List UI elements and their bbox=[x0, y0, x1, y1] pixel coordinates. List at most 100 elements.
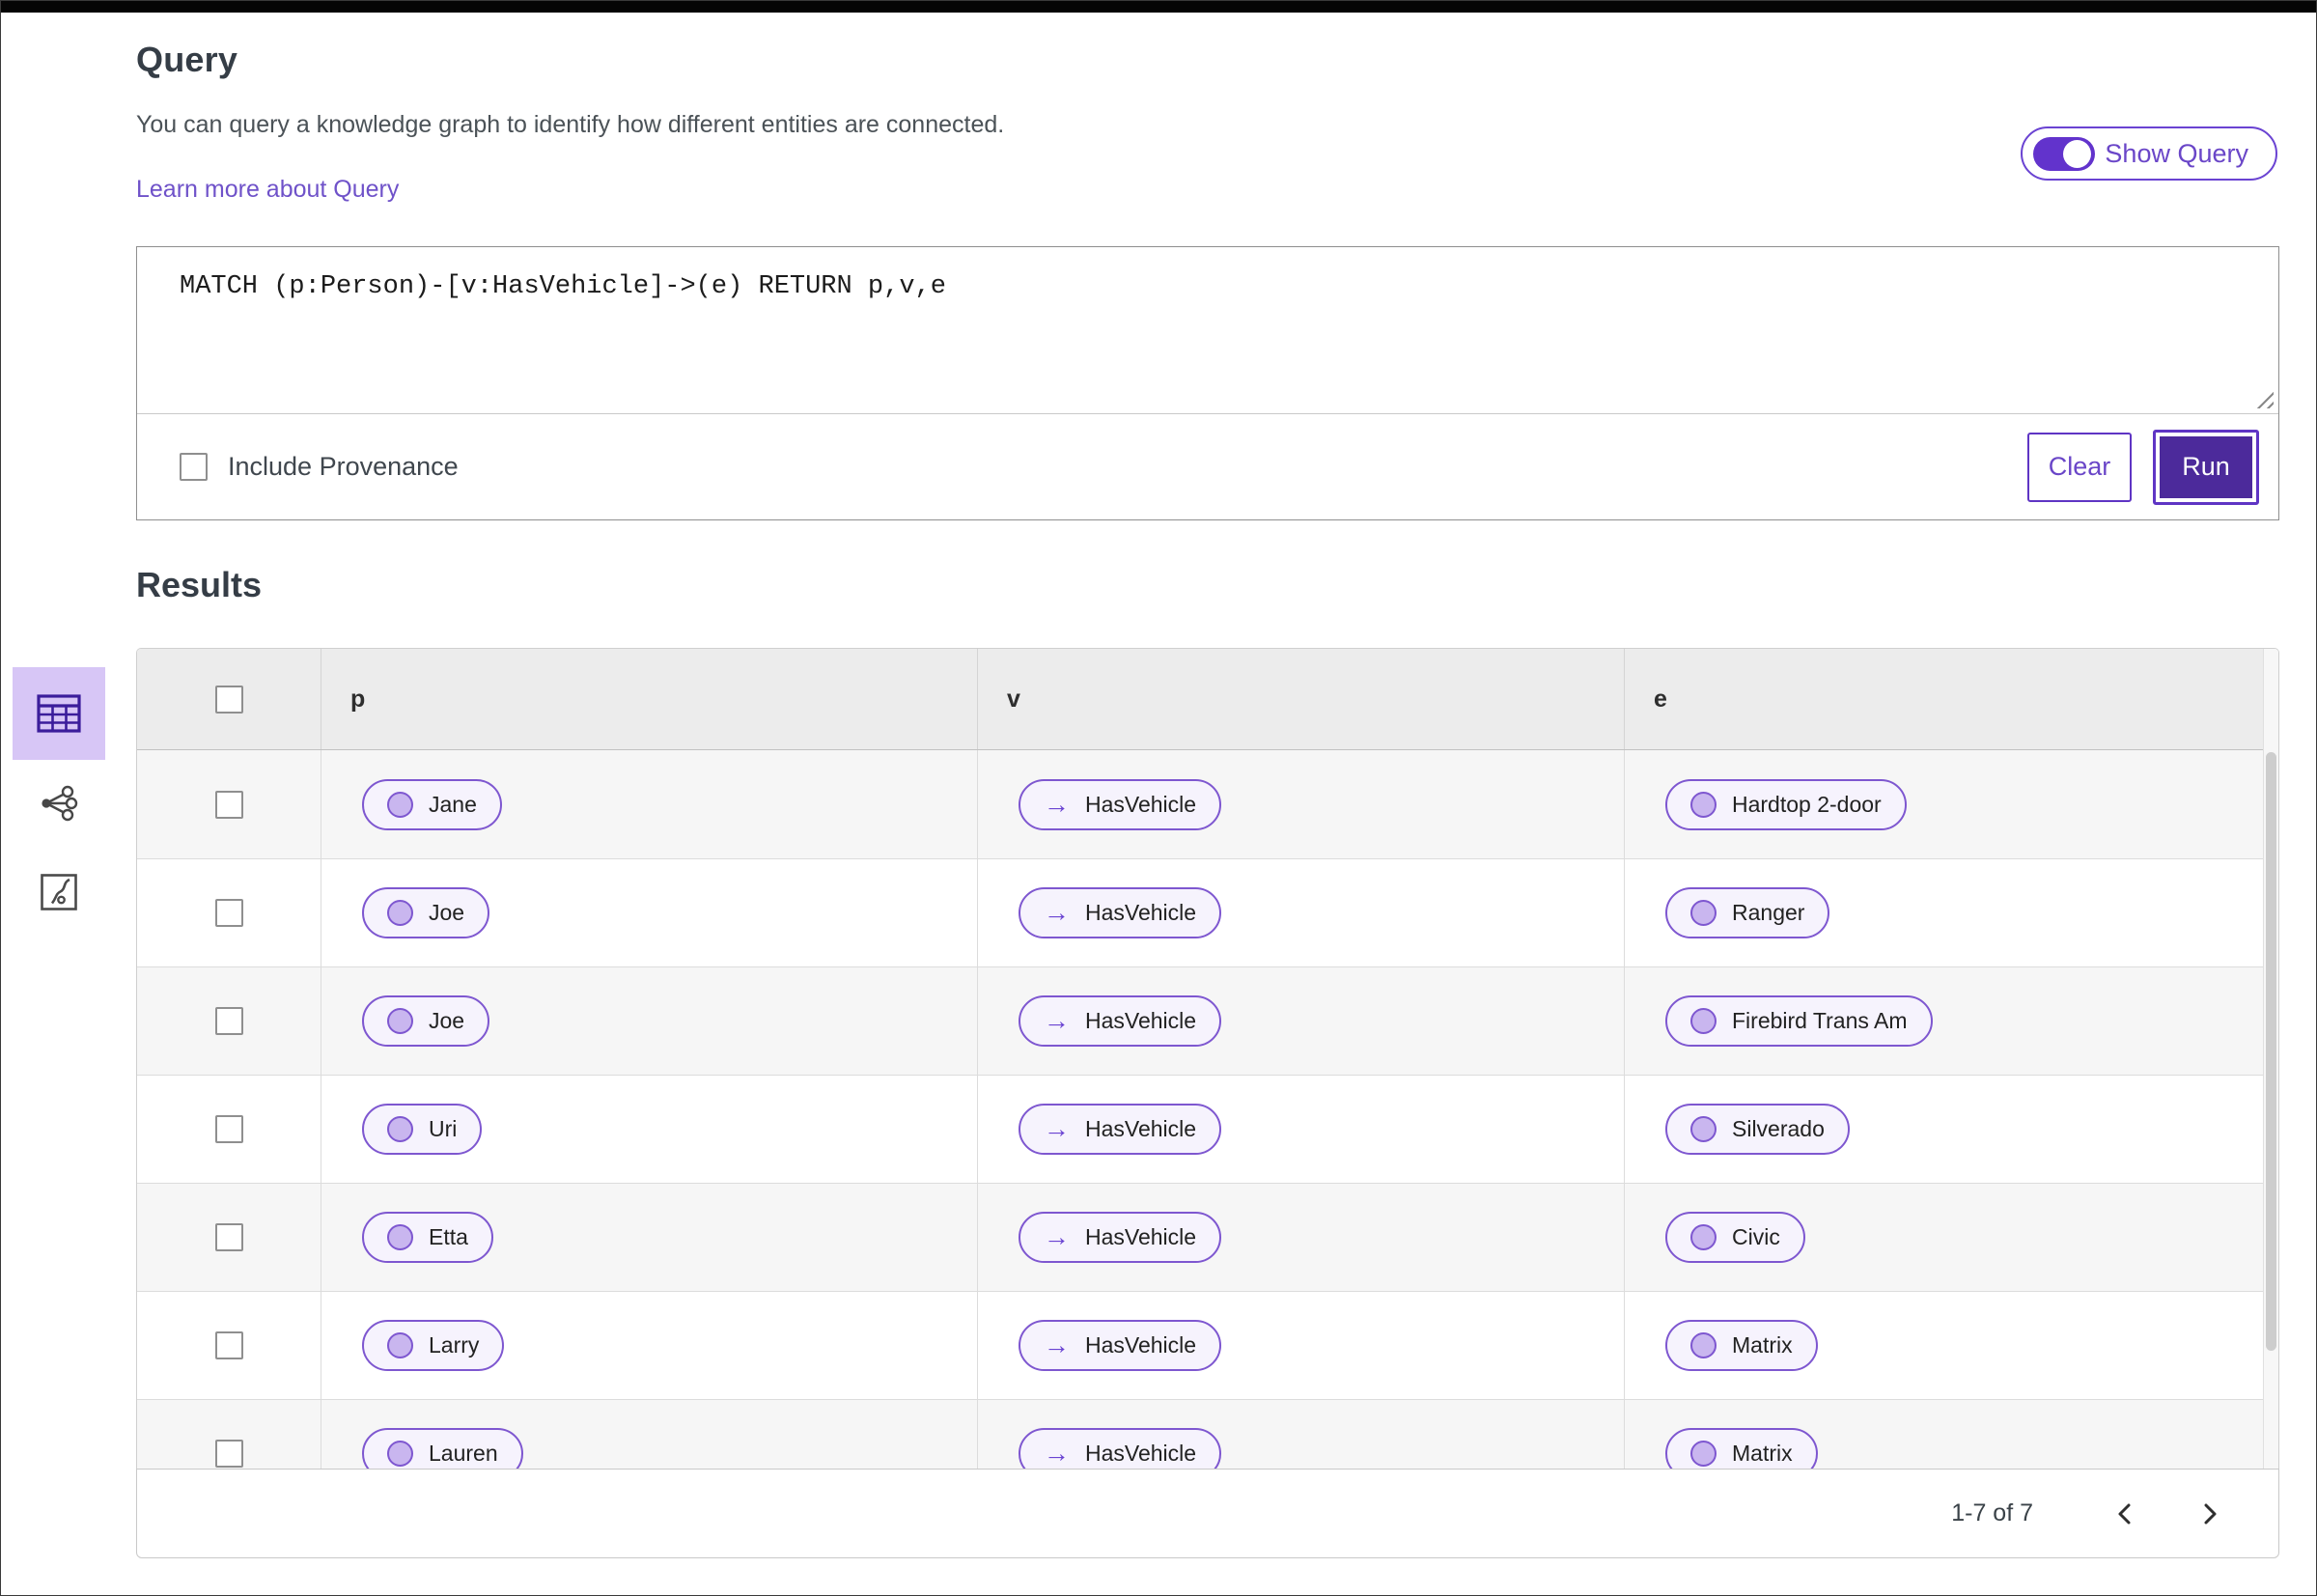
query-footer: Include Provenance Clear Run bbox=[137, 414, 2278, 519]
scrollbar-thumb[interactable] bbox=[2266, 752, 2276, 1351]
query-editor-area: MATCH (p:Person)-[v:HasVehicle]->(e) RET… bbox=[137, 247, 2278, 414]
node-icon bbox=[1690, 1441, 1717, 1467]
node-label: Matrix bbox=[1732, 1332, 1793, 1358]
query-panel: MATCH (p:Person)-[v:HasVehicle]->(e) RET… bbox=[136, 246, 2279, 520]
cell-v: → HasVehicle bbox=[977, 1292, 1624, 1399]
node-icon bbox=[1690, 1224, 1717, 1250]
node-pill[interactable]: Uri bbox=[362, 1104, 483, 1155]
node-pill[interactable]: Ranger bbox=[1665, 887, 1830, 938]
row-checkbox[interactable] bbox=[214, 1115, 243, 1143]
row-checkbox-cell bbox=[137, 750, 321, 858]
cell-e: Hardtop 2-door bbox=[1624, 750, 2263, 858]
row-checkbox[interactable] bbox=[214, 899, 243, 927]
results-title: Results bbox=[136, 565, 263, 604]
include-provenance-label[interactable]: Include Provenance bbox=[228, 452, 459, 482]
edge-pill[interactable]: → HasVehicle bbox=[1019, 1104, 1222, 1155]
chart-view-icon bbox=[41, 874, 77, 910]
chart-view-button[interactable] bbox=[13, 858, 105, 926]
edge-label: HasVehicle bbox=[1085, 791, 1197, 817]
edge-label: HasVehicle bbox=[1085, 900, 1197, 925]
next-page-button[interactable] bbox=[2188, 1492, 2232, 1536]
results-table: p v e Jane → HasVehicle Hardtop 2-door J… bbox=[136, 648, 2279, 1469]
pagination-range-text: 1-7 of 7 bbox=[1951, 1499, 2033, 1526]
show-query-label: Show Query bbox=[2105, 138, 2248, 168]
node-pill[interactable]: Joe bbox=[362, 995, 490, 1047]
node-label: Matrix bbox=[1732, 1441, 1793, 1466]
table-row: Joe → HasVehicle Ranger bbox=[137, 858, 2263, 966]
show-query-toggle[interactable]: Show Query bbox=[2021, 126, 2277, 181]
row-checkbox-cell bbox=[137, 967, 321, 1075]
node-icon bbox=[387, 791, 413, 818]
node-label: Joe bbox=[429, 900, 465, 925]
node-label: Lauren bbox=[429, 1441, 498, 1466]
table-view-button[interactable] bbox=[13, 667, 105, 760]
cell-e: Matrix bbox=[1624, 1292, 2263, 1399]
table-row: Etta → HasVehicle Civic bbox=[137, 1183, 2263, 1291]
select-all-checkbox[interactable] bbox=[214, 685, 243, 714]
row-checkbox[interactable] bbox=[214, 1007, 243, 1035]
node-pill[interactable]: Hardtop 2-door bbox=[1665, 778, 1907, 830]
table-row: Larry → HasVehicle Matrix bbox=[137, 1291, 2263, 1399]
edge-label: HasVehicle bbox=[1085, 1441, 1197, 1466]
arrow-right-icon: → bbox=[1044, 789, 1070, 819]
node-pill[interactable]: Matrix bbox=[1665, 1320, 1818, 1371]
cell-v: → HasVehicle bbox=[977, 1076, 1624, 1183]
cell-e: Silverado bbox=[1624, 1076, 2263, 1183]
node-icon bbox=[1690, 1332, 1717, 1358]
edge-pill[interactable]: → HasVehicle bbox=[1019, 1320, 1222, 1371]
node-icon bbox=[387, 900, 413, 926]
node-label: Hardtop 2-door bbox=[1732, 791, 1882, 817]
node-pill[interactable]: Etta bbox=[362, 1212, 493, 1263]
run-button[interactable]: Run bbox=[2153, 429, 2259, 505]
page-title: Query bbox=[136, 40, 238, 79]
node-pill[interactable]: Larry bbox=[362, 1320, 505, 1371]
row-checkbox[interactable] bbox=[214, 1223, 243, 1251]
include-provenance-checkbox[interactable] bbox=[180, 453, 208, 481]
node-pill[interactable]: Lauren bbox=[362, 1428, 523, 1469]
node-pill[interactable]: Silverado bbox=[1665, 1104, 1850, 1155]
node-icon bbox=[387, 1008, 413, 1034]
cell-p: Jane bbox=[321, 750, 977, 858]
row-checkbox[interactable] bbox=[214, 1440, 243, 1468]
edge-pill[interactable]: → HasVehicle bbox=[1019, 995, 1222, 1047]
arrow-right-icon: → bbox=[1044, 898, 1070, 927]
edge-pill[interactable]: → HasVehicle bbox=[1019, 1212, 1222, 1263]
cell-p: Joe bbox=[321, 967, 977, 1075]
edge-label: HasVehicle bbox=[1085, 1224, 1197, 1249]
node-pill[interactable]: Matrix bbox=[1665, 1428, 1818, 1469]
main-content: Query You can query a knowledge graph to… bbox=[136, 13, 2279, 1558]
row-checkbox[interactable] bbox=[214, 1331, 243, 1359]
arrow-right-icon: → bbox=[1044, 1006, 1070, 1035]
node-pill[interactable]: Joe bbox=[362, 887, 490, 938]
arrow-right-icon: → bbox=[1044, 1222, 1070, 1251]
edge-label: HasVehicle bbox=[1085, 1008, 1197, 1033]
node-label: Silverado bbox=[1732, 1116, 1825, 1141]
node-label: Joe bbox=[429, 1008, 465, 1033]
table-body: Jane → HasVehicle Hardtop 2-door Joe → H… bbox=[137, 750, 2263, 1469]
cell-v: → HasVehicle bbox=[977, 750, 1624, 858]
node-pill[interactable]: Jane bbox=[362, 778, 502, 830]
learn-more-link[interactable]: Learn more about Query bbox=[136, 176, 399, 204]
previous-page-button[interactable] bbox=[2103, 1492, 2147, 1536]
edge-pill[interactable]: → HasVehicle bbox=[1019, 887, 1222, 938]
cell-v: → HasVehicle bbox=[977, 967, 1624, 1075]
row-checkbox[interactable] bbox=[214, 790, 243, 819]
edge-pill[interactable]: → HasVehicle bbox=[1019, 1428, 1222, 1469]
node-pill[interactable]: Civic bbox=[1665, 1212, 1805, 1263]
cell-p: Etta bbox=[321, 1184, 977, 1291]
table-row: Joe → HasVehicle Firebird Trans Am bbox=[137, 966, 2263, 1075]
node-label: Larry bbox=[429, 1332, 480, 1358]
cell-p: Joe bbox=[321, 859, 977, 966]
clear-button[interactable]: Clear bbox=[2027, 432, 2132, 502]
node-pill[interactable]: Firebird Trans Am bbox=[1665, 995, 1933, 1047]
node-icon bbox=[1690, 1116, 1717, 1142]
vertical-scrollbar bbox=[2263, 649, 2278, 1469]
page-description: You can query a knowledge graph to ident… bbox=[136, 111, 1005, 138]
edge-pill[interactable]: → HasVehicle bbox=[1019, 778, 1222, 830]
query-input[interactable]: MATCH (p:Person)-[v:HasVehicle]->(e) RET… bbox=[137, 247, 2278, 413]
edge-label: HasVehicle bbox=[1085, 1116, 1197, 1141]
cell-v: → HasVehicle bbox=[977, 1400, 1624, 1469]
graph-view-button[interactable] bbox=[13, 770, 105, 837]
arrow-right-icon: → bbox=[1044, 1439, 1070, 1468]
table-view-icon bbox=[37, 694, 81, 733]
